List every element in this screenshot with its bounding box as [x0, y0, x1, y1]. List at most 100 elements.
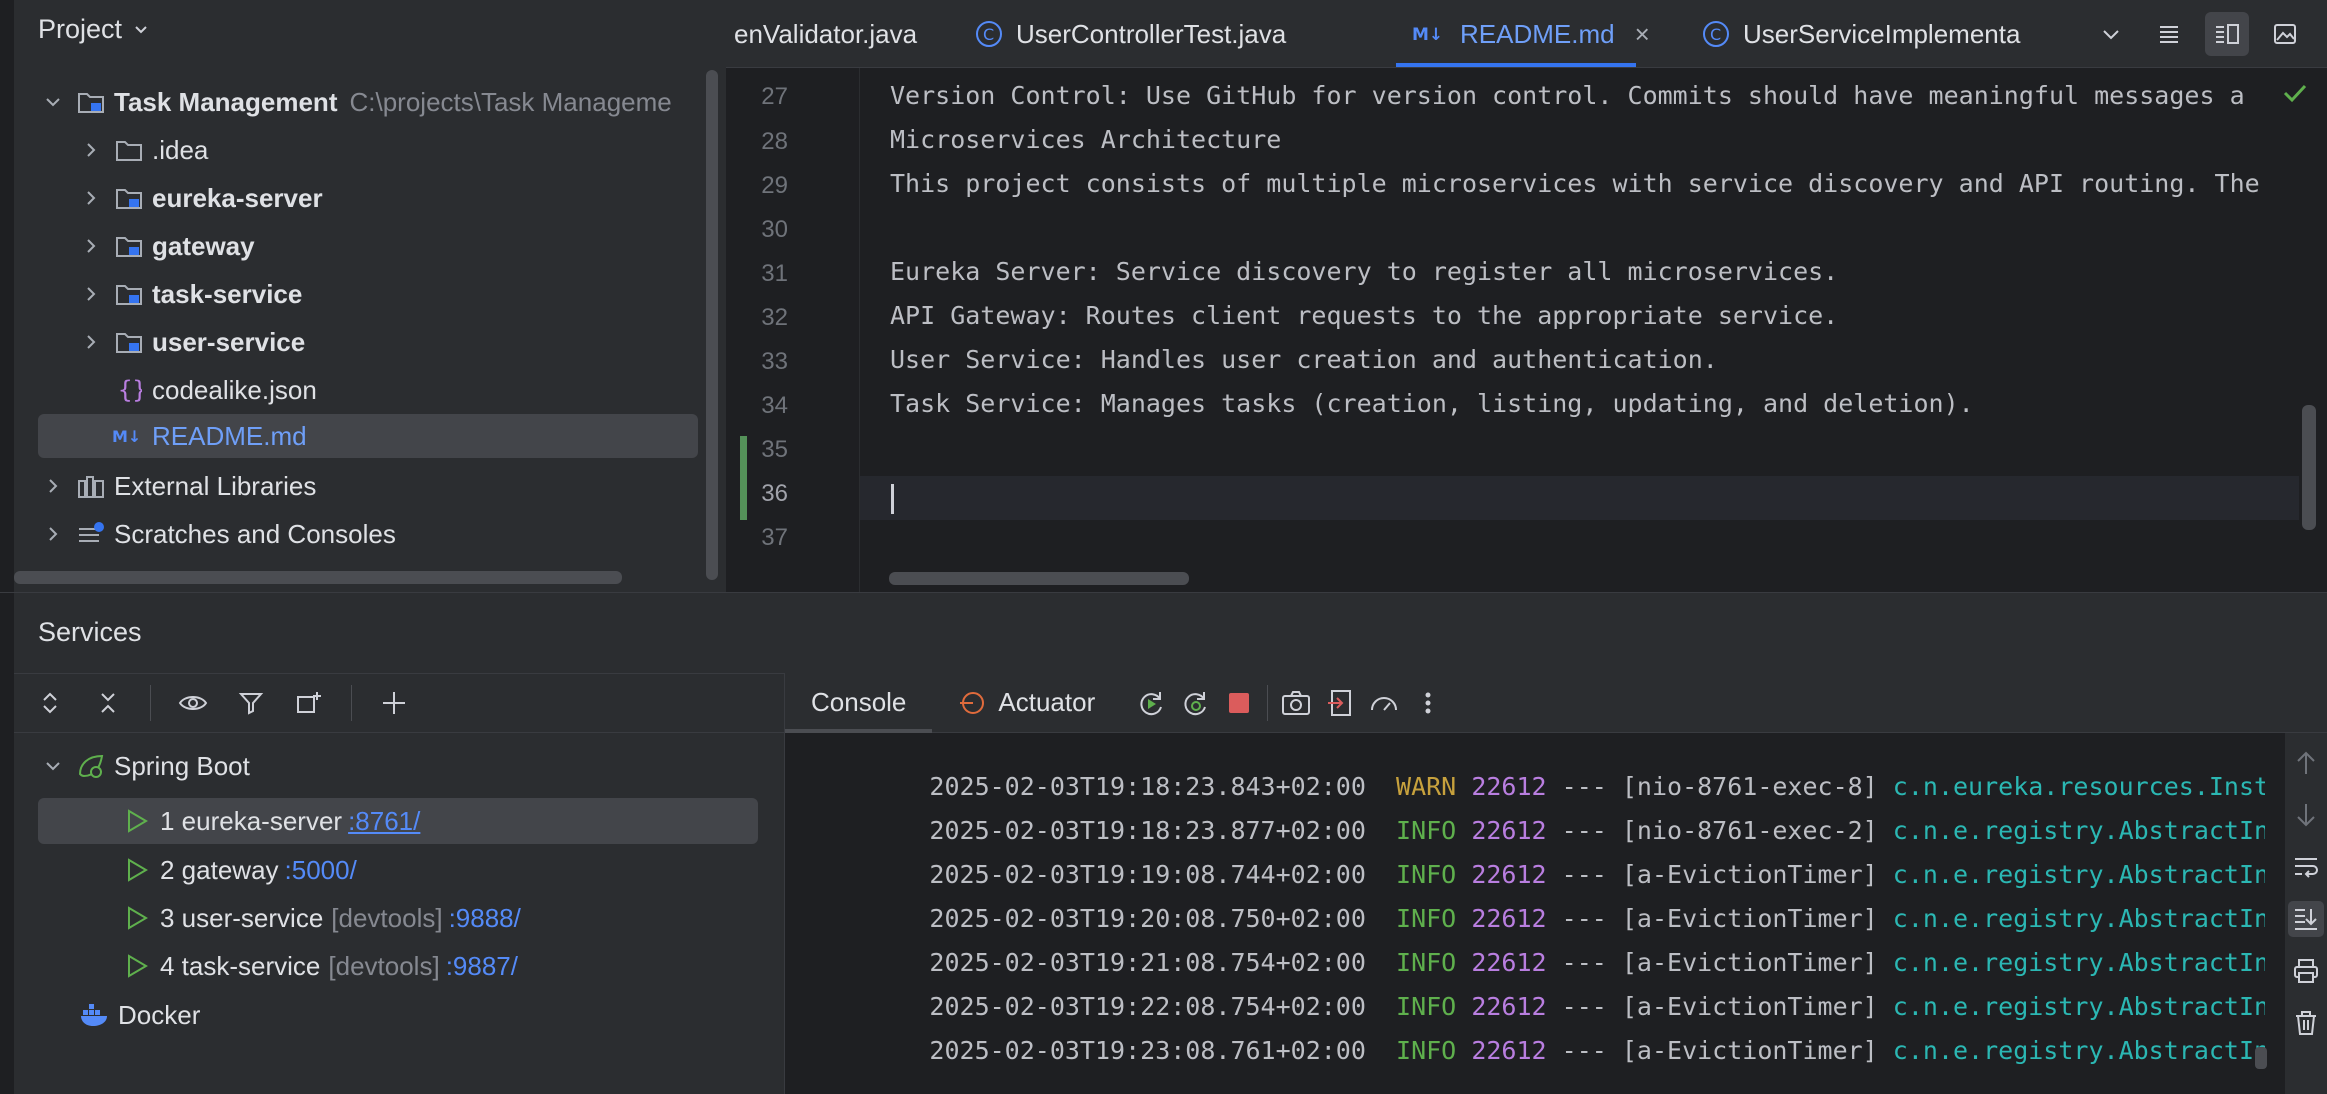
service-task-service[interactable]: 4 task-service [devtools] :9887/ — [38, 943, 518, 989]
chevron-right-icon[interactable] — [76, 183, 106, 213]
tree-item-gateway[interactable]: gateway — [76, 224, 255, 268]
soft-wrap-icon[interactable] — [2288, 849, 2324, 885]
tree-item-user-service[interactable]: user-service — [76, 320, 305, 364]
line-number: 32 — [761, 304, 788, 331]
filter-icon[interactable] — [229, 681, 273, 725]
tree-item-label: gateway — [152, 230, 255, 261]
tree-item-task-service[interactable]: task-service — [76, 272, 302, 316]
print-icon[interactable] — [2288, 953, 2324, 989]
console-log-output[interactable]: 2025-02-03T19:18:23.843+02:00 WARN 22612… — [785, 733, 2265, 1094]
code-line: This project consists of multiple micros… — [890, 169, 2260, 198]
vcs-change-marker[interactable] — [740, 436, 747, 520]
chevron-right-icon[interactable] — [76, 279, 106, 309]
module-folder-icon — [112, 181, 146, 215]
code-line: Task Service: Manages tasks (creation, l… — [890, 389, 1974, 418]
trash-icon[interactable] — [2288, 1005, 2324, 1041]
log-timestamp: 2025-02-03T19:23:08.761+02:00 — [929, 1036, 1366, 1065]
project-title: Project — [38, 13, 123, 44]
gauge-icon[interactable] — [1362, 681, 1406, 725]
service-user-service[interactable]: 3 user-service [devtools] :9888/ — [38, 895, 521, 941]
eye-icon[interactable] — [171, 681, 215, 725]
chevron-down-icon[interactable] — [38, 751, 68, 781]
chevron-right-icon[interactable] — [76, 327, 106, 357]
line-number-gutter: 27 28 29 30 31 32 33 34 35 36 37 — [726, 68, 859, 592]
chevron-right-icon[interactable] — [38, 471, 68, 501]
new-tab-icon[interactable] — [287, 681, 331, 725]
rerun-debug-icon[interactable] — [1173, 681, 1217, 725]
log-thread: [a-EvictionTimer] — [1621, 1036, 1878, 1065]
chevron-down-icon[interactable] — [2089, 12, 2133, 56]
tree-item-eureka-server[interactable]: eureka-server — [76, 176, 323, 220]
svg-text:C: C — [1710, 25, 1721, 44]
arrow-up-icon[interactable] — [2288, 745, 2324, 781]
tree-item-idea[interactable]: .idea — [76, 128, 208, 172]
rerun-icon[interactable] — [1129, 681, 1173, 725]
service-label: 4 task-service — [160, 950, 321, 981]
tree-item-label: codealike.json — [152, 374, 317, 405]
run-icon — [120, 949, 154, 983]
expand-all-icon[interactable] — [28, 681, 72, 725]
markdown-file-icon: M↓ — [112, 419, 146, 453]
log-pid: 22612 — [1471, 1036, 1547, 1065]
log-separator: --- — [1561, 1036, 1607, 1065]
editor-only-icon[interactable] — [2147, 12, 2191, 56]
code-line: API Gateway: Routes client requests to t… — [890, 301, 1839, 330]
arrow-down-icon[interactable] — [2288, 797, 2324, 833]
project-vertical-scrollbar[interactable] — [706, 70, 718, 580]
service-label: 1 eureka-server — [160, 805, 343, 836]
split-view-icon[interactable] — [2205, 12, 2249, 56]
chevron-right-icon[interactable] — [38, 519, 68, 549]
log-line: 2025-02-03T19:19:08.744+02:00 INFO 22612… — [809, 809, 2265, 889]
run-icon — [120, 804, 154, 838]
preview-only-icon[interactable] — [2263, 12, 2307, 56]
tab-label: Console — [811, 687, 907, 717]
tab-user-service-impl[interactable]: C UserServiceImplementa — [1701, 0, 2041, 67]
exit-icon[interactable] — [1318, 681, 1362, 725]
tree-item-scratches[interactable]: Scratches and Consoles — [38, 512, 396, 556]
tree-item-path: C:\projects\Task Manageme — [349, 86, 672, 117]
add-service-icon[interactable] — [372, 681, 416, 725]
editor-horizontal-scrollbar[interactable] — [889, 572, 1189, 585]
tab-label: UserControllerTest.java — [1016, 18, 1287, 49]
chevron-down-icon[interactable] — [38, 87, 68, 117]
chevron-right-icon[interactable] — [76, 135, 106, 165]
stop-icon[interactable] — [1217, 681, 1261, 725]
services-group-spring-boot[interactable]: Spring Boot — [38, 743, 250, 789]
spring-boot-icon — [74, 749, 108, 783]
service-port-link[interactable]: :9887/ — [446, 951, 518, 982]
service-port-link[interactable]: :5000/ — [285, 855, 357, 886]
code-line: Version Control: Use GitHub for version … — [890, 81, 2245, 110]
console-vertical-scrollbar[interactable] — [2255, 1047, 2267, 1069]
service-port-link[interactable]: :8761/ — [348, 806, 420, 837]
tab-user-controller-test[interactable]: C UserControllerTest.java — [974, 0, 1294, 67]
services-group-docker[interactable]: Docker — [38, 992, 200, 1038]
tab-readme-md[interactable]: M↓ README.md × — [1396, 0, 1650, 67]
camera-icon[interactable] — [1274, 681, 1318, 725]
tab-actuator[interactable]: Actuator — [932, 673, 1121, 733]
collapse-all-icon[interactable] — [86, 681, 130, 725]
close-icon[interactable]: × — [1635, 19, 1650, 50]
tree-item-task-management[interactable]: Task Management C:\projects\Task Managem… — [38, 80, 672, 124]
project-horizontal-scrollbar[interactable] — [14, 571, 622, 584]
service-port-link[interactable]: :9888/ — [449, 903, 521, 934]
tree-item-codealike-json[interactable]: {} codealike.json — [112, 368, 317, 412]
toolbar-separator — [1267, 684, 1269, 721]
chevron-right-icon[interactable] — [76, 231, 106, 261]
editor-vertical-scrollbar[interactable] — [2302, 405, 2316, 530]
project-view-selector[interactable]: Project — [38, 12, 150, 46]
scroll-to-end-icon[interactable] — [2288, 901, 2324, 937]
run-icon — [120, 901, 154, 935]
actuator-icon — [958, 690, 988, 716]
more-options-icon[interactable] — [1406, 681, 1450, 725]
check-icon[interactable] — [2282, 82, 2308, 104]
service-gateway[interactable]: 2 gateway :5000/ — [38, 847, 357, 893]
line-number: 37 — [761, 524, 788, 551]
services-panel: Services Spring Boot 1 eureka-server:87… — [0, 592, 2327, 1094]
service-eureka-server[interactable]: 1 eureka-server :8761/ — [38, 798, 758, 844]
tab-validator-java[interactable]: enValidator.java — [726, 0, 941, 67]
module-folder-icon — [74, 85, 108, 119]
tree-item-external-libraries[interactable]: External Libraries — [38, 464, 316, 508]
code-editor[interactable]: Version Control: Use GitHub for version … — [859, 68, 2299, 592]
tree-item-readme[interactable]: M↓ README.md — [38, 414, 698, 458]
tab-console[interactable]: Console — [785, 673, 933, 733]
